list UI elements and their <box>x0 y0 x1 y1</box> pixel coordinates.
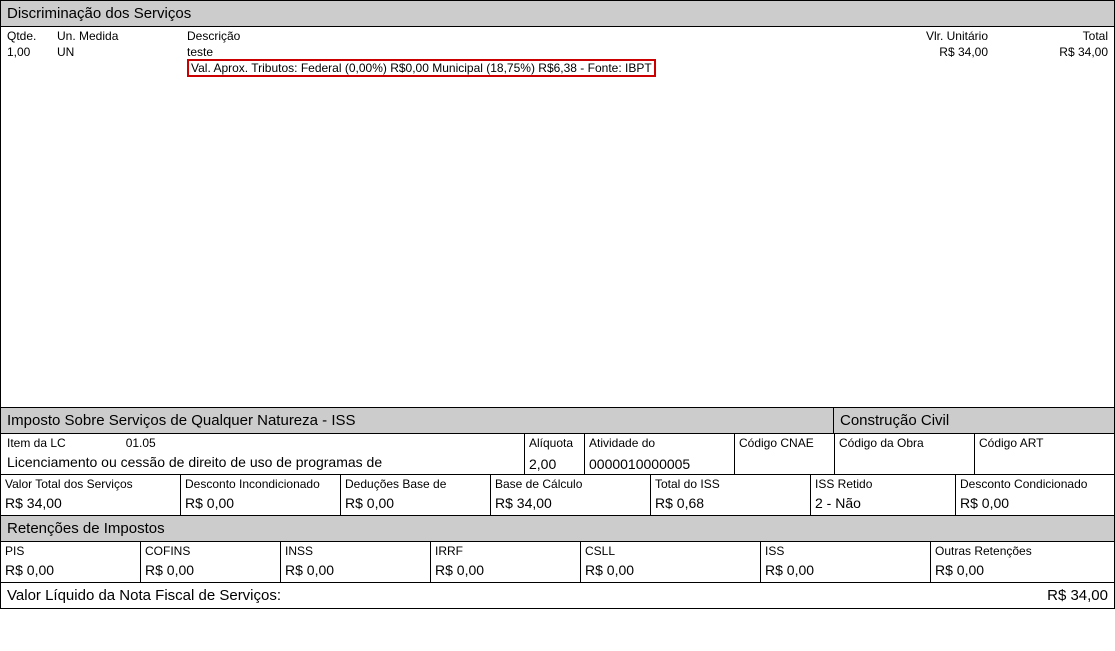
values-row: Valor Total dos Serviços R$ 34,00 Descon… <box>0 475 1115 516</box>
ded-value: R$ 0,00 <box>345 495 486 511</box>
pis-value: R$ 0,00 <box>5 562 136 578</box>
ret-iss-label: ISS <box>765 544 926 558</box>
ret-row: PIS R$ 0,00 COFINS R$ 0,00 INSS R$ 0,00 … <box>0 542 1115 583</box>
services-row: 1,00 UN teste Val. Aprox. Tributos: Fede… <box>7 45 1108 77</box>
val-retido: ISS Retido 2 - Não <box>811 475 956 515</box>
ret-iss-value: R$ 0,00 <box>765 562 926 578</box>
ded-label: Deduções Base de <box>345 477 486 491</box>
row-desc-line1: teste <box>187 45 848 59</box>
art-label: Código ART <box>979 436 1110 450</box>
irrf-value: R$ 0,00 <box>435 562 576 578</box>
item-lc-label: Item da LC <box>7 436 66 450</box>
row-desc-line2-highlight: Val. Aprox. Tributos: Federal (0,00%) R$… <box>187 59 656 77</box>
cofins-label: COFINS <box>145 544 276 558</box>
ret-pis: PIS R$ 0,00 <box>1 542 141 582</box>
retido-label: ISS Retido <box>815 477 951 491</box>
item-lc-value: 01.05 <box>126 436 156 450</box>
val-desc-incond: Desconto Incondicionado R$ 0,00 <box>181 475 341 515</box>
iss-header-right: Construção Civil <box>834 408 1114 433</box>
row-qtde: 1,00 <box>7 45 57 77</box>
liquido-value: R$ 34,00 <box>1047 587 1108 604</box>
col-total: Total <box>988 29 1108 43</box>
base-value: R$ 34,00 <box>495 495 646 511</box>
ret-cofins: COFINS R$ 0,00 <box>141 542 281 582</box>
retido-value: 2 - Não <box>815 495 951 511</box>
desc-incond-value: R$ 0,00 <box>185 495 336 511</box>
total-iss-label: Total do ISS <box>655 477 806 491</box>
total-iss-value: R$ 0,68 <box>655 495 806 511</box>
col-desc: Descrição <box>187 29 848 43</box>
iss-atividade: Atividade do 0000010000005 <box>584 434 734 474</box>
iss-header-left: Imposto Sobre Serviços de Qualquer Natur… <box>1 408 834 433</box>
base-label: Base de Cálculo <box>495 477 646 491</box>
iss-info-left: Item da LC 01.05 Licenciamento ou cessão… <box>1 434 524 474</box>
item-lc-desc: Licenciamento ou cessão de direito de us… <box>7 454 518 470</box>
desc-cond-value: R$ 0,00 <box>960 495 1110 511</box>
col-unit: Vlr. Unitário <box>848 29 988 43</box>
row-unit: R$ 34,00 <box>848 45 988 77</box>
ret-header: Retenções de Impostos <box>0 516 1115 542</box>
pis-label: PIS <box>5 544 136 558</box>
cnae-label: Código CNAE <box>739 436 830 450</box>
iss-cnae: Código CNAE <box>734 434 834 474</box>
csll-label: CSLL <box>585 544 756 558</box>
row-desc: teste Val. Aprox. Tributos: Federal (0,0… <box>187 45 848 77</box>
services-columns: Qtde. Un. Medida Descrição Vlr. Unitário… <box>7 29 1108 43</box>
iss-header-row: Imposto Sobre Serviços de Qualquer Natur… <box>0 408 1115 434</box>
col-un: Un. Medida <box>57 29 187 43</box>
liquido-row: Valor Líquido da Nota Fiscal de Serviços… <box>0 583 1115 609</box>
liquido-label: Valor Líquido da Nota Fiscal de Serviços… <box>7 587 1047 604</box>
desc-cond-label: Desconto Condicionado <box>960 477 1110 491</box>
iss-obra: Código da Obra <box>834 434 974 474</box>
aliquota-label: Alíquota <box>529 436 580 450</box>
iss-aliquota: Alíquota 2,00 <box>524 434 584 474</box>
val-total-serv: Valor Total dos Serviços R$ 34,00 <box>1 475 181 515</box>
row-total: R$ 34,00 <box>988 45 1108 77</box>
aliquota-value: 2,00 <box>529 456 580 472</box>
total-serv-value: R$ 34,00 <box>5 495 176 511</box>
cofins-value: R$ 0,00 <box>145 562 276 578</box>
val-base: Base de Cálculo R$ 34,00 <box>491 475 651 515</box>
desc-incond-label: Desconto Incondicionado <box>185 477 336 491</box>
row-un: UN <box>57 45 187 77</box>
inss-label: INSS <box>285 544 426 558</box>
iss-art: Código ART <box>974 434 1114 474</box>
ret-inss: INSS R$ 0,00 <box>281 542 431 582</box>
val-total-iss: Total do ISS R$ 0,68 <box>651 475 811 515</box>
ret-outras: Outras Retenções R$ 0,00 <box>931 542 1114 582</box>
irrf-label: IRRF <box>435 544 576 558</box>
ret-csll: CSLL R$ 0,00 <box>581 542 761 582</box>
outras-label: Outras Retenções <box>935 544 1110 558</box>
iss-info-row: Item da LC 01.05 Licenciamento ou cessão… <box>0 434 1115 475</box>
services-section: Discriminação dos Serviços Qtde. Un. Med… <box>0 0 1115 408</box>
atividade-value: 0000010000005 <box>589 456 730 472</box>
total-serv-label: Valor Total dos Serviços <box>5 477 176 491</box>
outras-value: R$ 0,00 <box>935 562 1110 578</box>
csll-value: R$ 0,00 <box>585 562 756 578</box>
services-header: Discriminação dos Serviços <box>1 1 1114 27</box>
col-qtde: Qtde. <box>7 29 57 43</box>
ret-iss: ISS R$ 0,00 <box>761 542 931 582</box>
atividade-label: Atividade do <box>589 436 730 450</box>
val-desc-cond: Desconto Condicionado R$ 0,00 <box>956 475 1114 515</box>
inss-value: R$ 0,00 <box>285 562 426 578</box>
obra-label: Código da Obra <box>839 436 970 450</box>
services-body: Qtde. Un. Medida Descrição Vlr. Unitário… <box>1 27 1114 407</box>
ret-irrf: IRRF R$ 0,00 <box>431 542 581 582</box>
val-ded: Deduções Base de R$ 0,00 <box>341 475 491 515</box>
